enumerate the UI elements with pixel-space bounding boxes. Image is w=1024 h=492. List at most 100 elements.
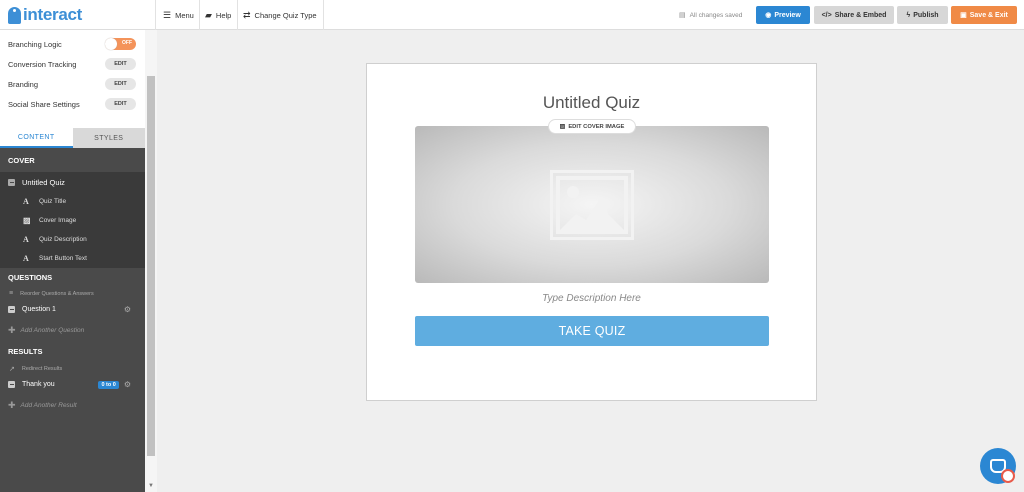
book-icon: ▰ <box>205 9 212 20</box>
sidebar-scrollbar[interactable]: ▼ <box>145 30 157 492</box>
preview-button[interactable]: ◉ Preview <box>756 6 810 24</box>
help-button[interactable]: ▰ Help <box>205 0 231 30</box>
cover-image[interactable] <box>415 126 769 283</box>
image-placeholder-icon <box>550 170 634 240</box>
sub-item-cover-image[interactable]: ▨ Cover Image <box>0 211 145 230</box>
code-icon: </> <box>821 11 832 19</box>
plus-icon: ✚ <box>8 399 16 410</box>
share-embed-button[interactable]: </> Share & Embed <box>814 6 894 24</box>
scroll-thumb[interactable] <box>147 76 155 456</box>
sub-item-quiz-title[interactable]: A Quiz Title <box>0 192 145 211</box>
sub-item-label: Quiz Description <box>39 236 87 243</box>
branding-edit-button[interactable]: EDIT <box>105 78 136 90</box>
share-label: Share & Embed <box>834 11 887 19</box>
save-status: ▤ All changes saved <box>679 0 742 30</box>
question-label: Question 1 <box>22 306 56 313</box>
edit-cover-image-button[interactable]: ▨ EDIT COVER IMAGE <box>548 119 636 134</box>
cover-item[interactable]: Untitled Quiz <box>0 172 145 192</box>
conversion-tracking-row: Conversion Tracking EDIT <box>0 54 145 74</box>
take-quiz-button[interactable]: TAKE QUIZ <box>415 316 769 346</box>
divider <box>237 0 238 30</box>
gear-icon[interactable]: ⚙ <box>124 305 131 314</box>
add-result-label: Add Another Result <box>20 401 77 409</box>
hamburger-icon: ☰ <box>163 9 172 20</box>
add-result-button[interactable]: ✚ Add Another Result <box>0 394 145 416</box>
publish-button[interactable]: ϟ Publish <box>897 6 948 24</box>
redirect-label: Redirect Results <box>21 365 63 372</box>
question-item[interactable]: Question 1 ⚙ <box>0 300 145 319</box>
text-icon: A <box>23 197 29 206</box>
external-link-icon: ↗ <box>9 365 15 373</box>
reorder-questions-link[interactable]: ≡ Reorder Questions & Answers <box>0 287 145 300</box>
publish-label: Publish <box>913 11 939 19</box>
divider <box>155 0 156 30</box>
branching-logic-toggle[interactable]: OFF <box>105 38 136 50</box>
add-question-button[interactable]: ✚ Add Another Question <box>0 319 145 341</box>
scroll-down-arrow-icon[interactable]: ▼ <box>148 483 154 489</box>
social-edit-button[interactable]: EDIT <box>105 98 136 110</box>
sub-item-label: Quiz Title <box>39 198 67 205</box>
reorder-label: Reorder Questions & Answers <box>20 290 94 297</box>
list-icon: ≡ <box>9 290 14 297</box>
add-question-label: Add Another Question <box>20 326 85 334</box>
expand-icon[interactable] <box>8 306 15 313</box>
branching-logic-row: Branching Logic OFF <box>0 34 145 54</box>
interact-logo[interactable]: interact <box>8 5 82 25</box>
top-toolbar: interact ☰ Menu ▰ Help ⇄ Change Quiz Typ… <box>0 0 1024 30</box>
change-quiz-type-button[interactable]: ⇄ Change Quiz Type <box>243 0 317 30</box>
results-section-title: RESULTS <box>0 341 145 362</box>
tab-content[interactable]: CONTENT <box>0 128 73 148</box>
help-label: Help <box>215 10 232 20</box>
cover-item-label: Untitled Quiz <box>22 177 65 187</box>
settings-panel: Branching Logic OFF Conversion Tracking … <box>0 30 145 128</box>
menu-button[interactable]: ☰ Menu <box>163 0 194 30</box>
save-exit-button[interactable]: ▣ Save & Exit <box>951 6 1017 24</box>
quiz-description[interactable]: Type Description Here <box>367 293 816 304</box>
lightning-icon: ϟ <box>906 11 911 19</box>
sidebar: Branching Logic OFF Conversion Tracking … <box>0 30 145 492</box>
menu-label: Menu <box>175 10 194 20</box>
score-range-badge: 0 to 0 <box>98 380 119 389</box>
cover-section-title: COVER <box>0 148 145 172</box>
tab-styles[interactable]: STYLES <box>72 128 145 148</box>
conversion-tracking-label: Conversion Tracking <box>8 59 77 69</box>
quiz-cover-preview: Untitled Quiz ▨ EDIT COVER IMAGE Type De… <box>366 63 817 401</box>
sub-item-label: Start Button Text <box>39 255 87 262</box>
result-item[interactable]: Thank you 0 to 0 ⚙ <box>0 375 145 394</box>
redirect-results-link[interactable]: ↗ Redirect Results <box>0 362 145 375</box>
logo-text: interact <box>23 5 83 24</box>
toggle-knob <box>105 38 117 50</box>
save-icon: ▣ <box>960 12 967 19</box>
expand-icon[interactable] <box>8 381 15 388</box>
preview-label: Preview <box>774 11 801 19</box>
sub-item-quiz-description[interactable]: A Quiz Description <box>0 230 145 249</box>
sub-item-label: Cover Image <box>39 217 77 224</box>
gear-icon[interactable]: ⚙ <box>124 380 131 389</box>
save-status-text: All changes saved <box>689 11 743 19</box>
quiz-title[interactable]: Untitled Quiz <box>367 93 816 113</box>
document-icon: ▤ <box>679 12 686 19</box>
social-share-row: Social Share Settings EDIT <box>0 94 145 114</box>
toggle-state: OFF <box>122 40 132 46</box>
divider <box>199 0 200 30</box>
collapse-icon[interactable] <box>8 178 15 186</box>
questions-section-title: QUESTIONS <box>0 268 145 287</box>
plus-icon: ✚ <box>8 324 16 335</box>
branching-logic-label: Branching Logic <box>8 39 62 49</box>
text-icon: A <box>23 235 29 244</box>
edit-cover-label: EDIT COVER IMAGE <box>568 123 625 130</box>
conversion-edit-button[interactable]: EDIT <box>105 58 136 70</box>
change-type-label: Change Quiz Type <box>254 10 317 20</box>
save-exit-label: Save & Exit <box>969 11 1008 19</box>
cover-sub-list: A Quiz Title ▨ Cover Image A Quiz Descri… <box>0 192 145 268</box>
social-share-label: Social Share Settings <box>8 99 80 109</box>
result-label: Thank you <box>22 381 55 388</box>
logo-icon <box>8 6 21 24</box>
branding-row: Branding EDIT <box>0 74 145 94</box>
image-icon: ▨ <box>23 216 31 225</box>
divider <box>323 0 324 30</box>
image-icon: ▨ <box>559 124 566 130</box>
text-icon: A <box>23 254 29 263</box>
sub-item-start-button-text[interactable]: A Start Button Text <box>0 249 145 268</box>
eye-icon: ◉ <box>765 12 772 19</box>
